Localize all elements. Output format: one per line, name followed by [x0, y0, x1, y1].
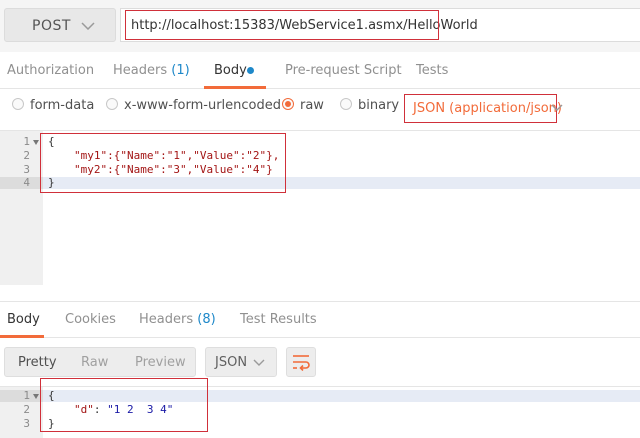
response-tab-headers-label: Headers: [139, 312, 194, 327]
tab-headers[interactable]: Headers (1): [113, 63, 190, 78]
tab-headers-count: (1): [171, 63, 190, 78]
line-number: 3: [23, 417, 30, 430]
response-tab-body[interactable]: Body: [7, 312, 40, 327]
view-mode-pretty[interactable]: Pretty: [18, 355, 57, 370]
response-body-annotation-box: [40, 378, 208, 432]
line-number: 1: [23, 135, 30, 148]
tab-pre-request-script[interactable]: Pre-request Script: [285, 63, 402, 78]
fold-arrow-icon[interactable]: [33, 140, 39, 145]
line-number: 4: [23, 176, 30, 189]
tab-body[interactable]: Body: [214, 63, 247, 78]
line-number: 2: [23, 403, 30, 416]
line-number: 3: [23, 163, 30, 176]
view-mode-preview[interactable]: Preview: [135, 355, 186, 370]
line-number: 1: [23, 389, 30, 402]
wrap-lines-icon: [293, 355, 310, 371]
chevron-down-icon: [253, 359, 265, 366]
url-annotation-box: [125, 10, 439, 40]
section-divider: [0, 285, 640, 301]
method-label: POST: [32, 18, 71, 34]
response-format-label: JSON: [215, 355, 248, 370]
tab-headers-label: Headers: [113, 63, 168, 78]
fold-arrow-icon[interactable]: [33, 394, 39, 399]
radio-urlencoded-label: x-www-form-urlencoded: [124, 98, 282, 113]
body-modified-dot: [247, 67, 254, 74]
chevron-down-icon: [81, 22, 95, 30]
response-tab-test-results[interactable]: Test Results: [240, 312, 317, 327]
chevron-down-icon[interactable]: [551, 104, 563, 111]
radio-binary[interactable]: [340, 98, 352, 110]
radio-form-data[interactable]: [12, 98, 24, 110]
radio-raw[interactable]: [282, 98, 294, 110]
content-type-annotation-box: [404, 94, 557, 123]
radio-raw-label: raw: [300, 98, 324, 113]
response-tab-cookies[interactable]: Cookies: [65, 312, 116, 327]
radio-urlencoded[interactable]: [106, 98, 118, 110]
request-body-annotation-box: [40, 133, 286, 193]
radio-form-data-label: form-data: [30, 98, 95, 113]
radio-binary-label: binary: [358, 98, 400, 113]
tab-authorization[interactable]: Authorization: [7, 63, 94, 78]
view-mode-raw[interactable]: Raw: [81, 355, 108, 370]
method-select[interactable]: POST: [4, 8, 116, 42]
response-tab-headers-count: (8): [197, 312, 216, 327]
line-number: 2: [23, 149, 30, 162]
response-tab-headers[interactable]: Headers (8): [139, 312, 216, 327]
tab-tests[interactable]: Tests: [416, 63, 448, 78]
